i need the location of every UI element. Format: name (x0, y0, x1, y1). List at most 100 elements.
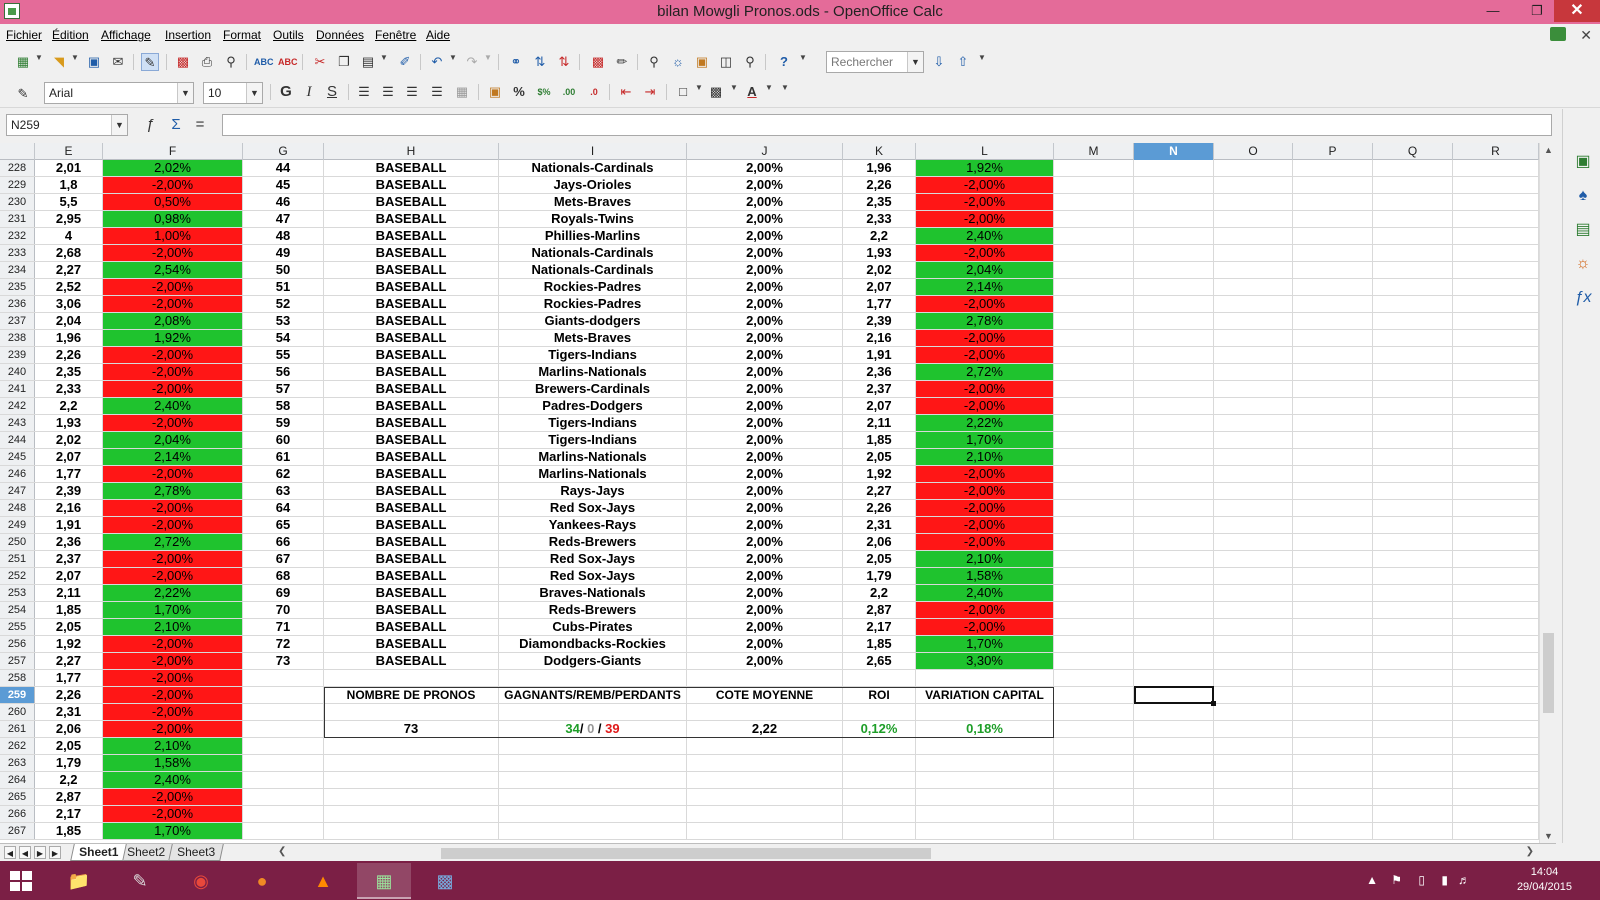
cell-result[interactable]: 2,14% (103, 449, 243, 465)
firefox-icon[interactable]: ● (235, 863, 289, 899)
cell-m[interactable] (1054, 415, 1134, 431)
spellcheck-icon[interactable]: ABC (254, 53, 274, 71)
cell-stake[interactable]: 2,00% (687, 534, 843, 550)
cell-sport[interactable]: BASEBALL (324, 160, 499, 176)
cell-odds[interactable]: 2,2 (35, 772, 103, 788)
cell-stake[interactable]: 2,00% (687, 211, 843, 227)
navigator-icon[interactable]: ☼ (669, 53, 687, 71)
column-header-q[interactable]: Q (1373, 143, 1453, 160)
cell-number[interactable]: 51 (243, 279, 324, 295)
previous-sheet-icon[interactable]: ◀ (19, 846, 31, 859)
cell-q[interactable] (1373, 551, 1453, 567)
row-header[interactable]: 246 (0, 466, 35, 482)
cell-odds[interactable]: 2,95 (35, 211, 103, 227)
cell-o[interactable] (1214, 500, 1293, 516)
menu-edition[interactable]: Édition (52, 28, 89, 42)
cell-number[interactable]: 68 (243, 568, 324, 584)
cell-variation[interactable]: -2,00% (916, 194, 1054, 210)
print-icon[interactable]: ⎙ (198, 53, 216, 71)
restore-button[interactable]: ❐ (1522, 0, 1552, 22)
cell-n[interactable] (1134, 534, 1214, 550)
cell-o[interactable] (1214, 279, 1293, 295)
cell-sport[interactable]: BASEBALL (324, 653, 499, 669)
cell-odds[interactable]: 2,07 (35, 568, 103, 584)
cell-n[interactable] (1134, 296, 1214, 312)
cell-r[interactable] (1453, 772, 1539, 788)
row-header[interactable]: 254 (0, 602, 35, 618)
cell-result[interactable]: -2,00% (103, 245, 243, 261)
cell-q[interactable] (1373, 823, 1453, 839)
cell-variation[interactable]: 2,40% (916, 585, 1054, 601)
cell-sport[interactable]: BASEBALL (324, 432, 499, 448)
cell-r[interactable] (1453, 415, 1539, 431)
cell-match[interactable]: Marlins-Nationals (499, 466, 687, 482)
cell-p[interactable] (1293, 568, 1373, 584)
search-dropdown[interactable]: ▼ (907, 51, 924, 73)
cell-p[interactable] (1293, 245, 1373, 261)
cell-odds-detail[interactable]: 1,91 (843, 347, 916, 363)
cell-sport[interactable]: BASEBALL (324, 228, 499, 244)
sheet-tab-3[interactable]: Sheet3 (168, 844, 224, 861)
cell-q[interactable] (1373, 364, 1453, 380)
cell-sport[interactable]: BASEBALL (324, 194, 499, 210)
paste-icon[interactable]: ▤ (359, 53, 377, 71)
search-toolbar-options-icon[interactable]: ▼ (978, 53, 986, 62)
cell-sport[interactable]: BASEBALL (324, 585, 499, 601)
redo-icon[interactable]: ↷ (463, 53, 481, 71)
increase-indent-icon[interactable]: ⇥ (641, 83, 659, 101)
cell-result[interactable]: -2,00% (103, 704, 243, 720)
email-icon[interactable]: ✉ (109, 53, 127, 71)
row-header[interactable]: 252 (0, 568, 35, 584)
cell-p[interactable] (1293, 704, 1373, 720)
cell-m[interactable] (1054, 534, 1134, 550)
cell-m[interactable] (1054, 772, 1134, 788)
cell-r[interactable] (1453, 364, 1539, 380)
cell-m[interactable] (1054, 245, 1134, 261)
cell-result[interactable]: -2,00% (103, 517, 243, 533)
cut-icon[interactable]: ✂ (311, 53, 329, 71)
tray-expand-icon[interactable]: ▲ (1366, 873, 1378, 887)
cell-variation[interactable]: 2,10% (916, 551, 1054, 567)
cell-p[interactable] (1293, 177, 1373, 193)
cell-m[interactable] (1054, 738, 1134, 754)
cell-odds[interactable]: 2,02 (35, 432, 103, 448)
cell-sport[interactable]: BASEBALL (324, 568, 499, 584)
cell-odds-detail[interactable]: 2,05 (843, 551, 916, 567)
cell-variation[interactable] (916, 738, 1054, 754)
cell-q[interactable] (1373, 347, 1453, 363)
cell-sport[interactable]: BASEBALL (324, 602, 499, 618)
cell-o[interactable] (1214, 228, 1293, 244)
cell-o[interactable] (1214, 602, 1293, 618)
column-header-o[interactable]: O (1214, 143, 1293, 160)
cell-match[interactable]: Mets-Braves (499, 194, 687, 210)
cell-variation[interactable]: -2,00% (916, 211, 1054, 227)
cell-o[interactable] (1214, 738, 1293, 754)
cell-stake[interactable]: 2,00% (687, 500, 843, 516)
cell-variation[interactable]: 2,40% (916, 228, 1054, 244)
cell-r[interactable] (1453, 245, 1539, 261)
cell-stake[interactable]: 2,00% (687, 415, 843, 431)
cell-result[interactable]: -2,00% (103, 177, 243, 193)
cell-p[interactable] (1293, 432, 1373, 448)
cell-match[interactable]: Marlins-Nationals (499, 364, 687, 380)
cell-result[interactable]: 2,78% (103, 483, 243, 499)
cell-r[interactable] (1453, 228, 1539, 244)
cell-p[interactable] (1293, 415, 1373, 431)
cell-odds[interactable]: 2,26 (35, 347, 103, 363)
cell-result[interactable]: -2,00% (103, 381, 243, 397)
summary-header[interactable]: COTE MOYENNE (687, 687, 843, 703)
cell-o[interactable] (1214, 823, 1293, 839)
cell-q[interactable] (1373, 585, 1453, 601)
cell-match[interactable]: Tigers-Indians (499, 432, 687, 448)
cell-p[interactable] (1293, 653, 1373, 669)
cell-q[interactable] (1373, 313, 1453, 329)
horizontal-scrollbar[interactable]: ❮ ❯ (276, 845, 1538, 861)
cell-q[interactable] (1373, 534, 1453, 550)
cell-number[interactable]: 73 (243, 653, 324, 669)
cell-odds-detail[interactable]: 2,07 (843, 279, 916, 295)
new-document-icon[interactable]: ▦ (14, 53, 32, 71)
cell-sport[interactable] (324, 806, 499, 822)
cell-result[interactable]: -2,00% (103, 500, 243, 516)
cell-result[interactable]: -2,00% (103, 568, 243, 584)
cell-p[interactable] (1293, 687, 1373, 703)
